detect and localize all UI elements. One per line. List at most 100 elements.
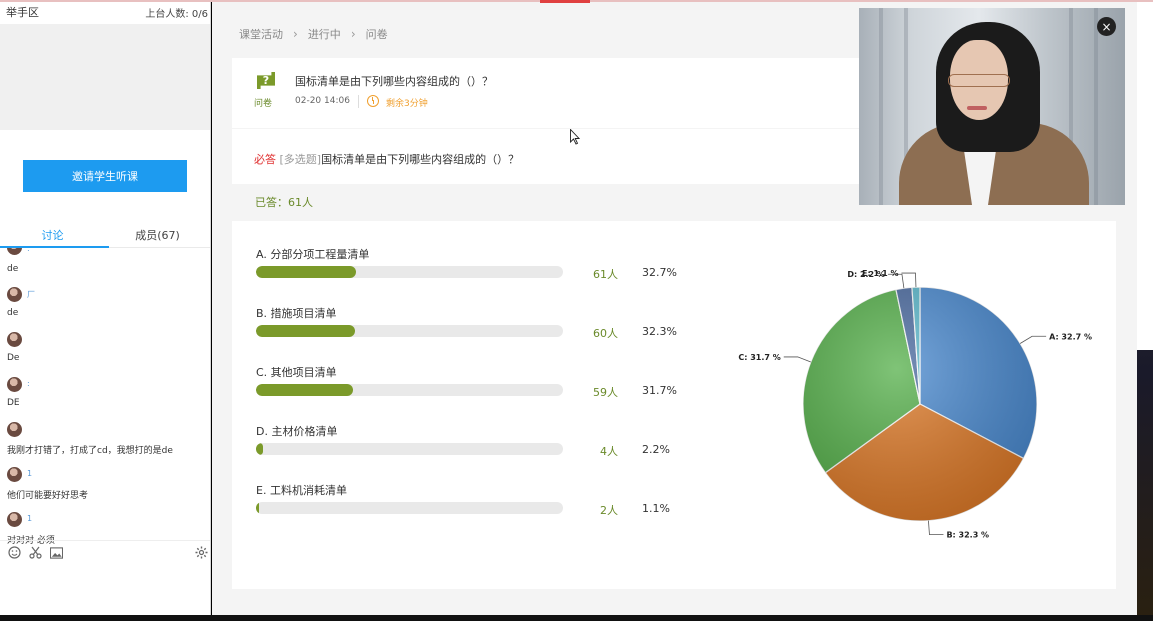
chat-message: : de bbox=[7, 248, 210, 283]
chat-input[interactable] bbox=[0, 564, 210, 614]
invite-section: 邀请学生听课 bbox=[0, 130, 210, 222]
message-text: De bbox=[7, 353, 20, 363]
avatar[interactable] bbox=[7, 248, 22, 255]
question-card: 必答 [多选题]国标清单是由下列哪些内容组成的（）？ bbox=[232, 129, 862, 184]
scissors-icon[interactable] bbox=[29, 546, 42, 559]
time-remaining: 剩余3分钟 bbox=[386, 99, 428, 109]
survey-question-icon: ? bbox=[257, 72, 275, 89]
option-progress-bar bbox=[256, 266, 563, 278]
message-text: de bbox=[7, 264, 19, 274]
emoji-icon[interactable] bbox=[8, 546, 21, 559]
option-progress-fill bbox=[256, 502, 260, 514]
chat-message: 厂 de bbox=[7, 283, 210, 328]
avatar[interactable] bbox=[7, 422, 22, 437]
option-row: E. 工料机消耗清单 2人 1.1% bbox=[256, 482, 696, 522]
pie-label-leader bbox=[783, 356, 811, 363]
option-progress-fill bbox=[256, 443, 263, 455]
option-percent: 32.3% bbox=[642, 325, 677, 338]
gear-icon[interactable] bbox=[195, 546, 208, 559]
option-count: 59人 bbox=[593, 386, 618, 399]
chat-tabs: 讨论 成员(67) bbox=[0, 222, 210, 248]
results-pie-chart: A: 32.7 %B: 32.3 %C: 31.7 %D: 2.2 %E: 1.… bbox=[738, 269, 1092, 540]
right-edge bbox=[1137, 0, 1153, 621]
option-percent: 32.7% bbox=[642, 266, 677, 279]
option-row: B. 措施项目清单 60人 32.3% bbox=[256, 305, 696, 345]
avatar[interactable] bbox=[7, 512, 22, 527]
avatar[interactable] bbox=[7, 287, 22, 302]
question-text: 必答 [多选题]国标清单是由下列哪些内容组成的（）？ bbox=[254, 151, 519, 167]
question-header-card: ? 国标清单是由下列哪些内容组成的（）？ 问卷 02-20 14:06 剩余3分… bbox=[232, 58, 862, 128]
close-video-icon[interactable]: × bbox=[1097, 17, 1116, 36]
sender-name: 1 bbox=[27, 514, 33, 523]
chat-message: : DE bbox=[7, 373, 210, 418]
answered-count: 已答：61人 bbox=[255, 196, 313, 209]
option-progress-bar bbox=[256, 443, 563, 455]
divider bbox=[358, 95, 359, 108]
stage-count: 上台人数: 0/6 bbox=[145, 8, 208, 20]
avatar[interactable] bbox=[7, 332, 22, 347]
sender-name: : bbox=[27, 379, 30, 388]
pie-data-label: E: 1.1 % bbox=[862, 269, 898, 278]
clock-icon bbox=[367, 95, 379, 107]
option-progress-bar bbox=[256, 502, 563, 514]
raise-hand-area bbox=[0, 24, 210, 130]
pie-data-label: C: 31.7 % bbox=[738, 353, 780, 362]
multi-choice-tag: [多选题] bbox=[279, 153, 322, 166]
option-percent: 31.7% bbox=[642, 384, 677, 397]
avatar[interactable] bbox=[7, 467, 22, 482]
option-progress-bar bbox=[256, 325, 563, 337]
invite-students-button[interactable]: 邀请学生听课 bbox=[23, 160, 187, 192]
chat-toolbar bbox=[0, 540, 210, 564]
tab-discussion[interactable]: 讨论 bbox=[0, 222, 105, 247]
option-progress-fill bbox=[256, 384, 354, 396]
sender-name: : bbox=[27, 248, 30, 253]
results-card: A. 分部分项工程量清单 61人 32.7% B. 措施项目清单 60人 32.… bbox=[232, 221, 1116, 589]
pie-data-label: B: 32.3 % bbox=[946, 531, 989, 540]
left-panel: 举手区 上台人数: 0/6 邀请学生听课 讨论 成员(67) : de 厂 de… bbox=[0, 0, 211, 621]
option-label: A. 分部分项工程量清单 bbox=[256, 248, 370, 261]
question-type: 问卷 bbox=[254, 99, 273, 109]
message-text: 我刚才打错了，打成了cd，我想打的是de bbox=[7, 446, 173, 456]
question-full-text: 国标清单是由下列哪些内容组成的（）？ bbox=[321, 153, 520, 166]
chat-message: 1 他们可能要好好思考 bbox=[7, 463, 210, 508]
message-text: DE bbox=[7, 398, 20, 408]
option-label: D. 主材价格清单 bbox=[256, 425, 338, 438]
option-count: 61人 bbox=[593, 268, 618, 281]
option-row: A. 分部分项工程量清单 61人 32.7% bbox=[256, 246, 696, 286]
chat-message: 我刚才打错了，打成了cd，我想打的是de bbox=[7, 418, 210, 463]
teacher-video[interactable] bbox=[859, 8, 1125, 205]
option-percent: 1.1% bbox=[642, 502, 670, 515]
breadcrumb-in-progress[interactable]: 进行中 bbox=[308, 26, 341, 42]
chevron-right-icon: › bbox=[350, 27, 356, 41]
option-count: 4人 bbox=[600, 445, 618, 458]
bottom-edge bbox=[0, 615, 1153, 621]
image-icon[interactable] bbox=[50, 546, 63, 559]
top-red-marker bbox=[540, 0, 590, 3]
message-text: 他们可能要好好思考 bbox=[7, 491, 89, 501]
option-percent: 2.2% bbox=[642, 443, 670, 456]
option-progress-fill bbox=[256, 266, 357, 278]
option-progress-fill bbox=[256, 325, 356, 337]
option-count: 60人 bbox=[593, 327, 618, 340]
message-text: de bbox=[7, 308, 19, 318]
raise-hand-title: 举手区 bbox=[6, 6, 39, 19]
option-row: D. 主材价格清单 4人 2.2% bbox=[256, 423, 696, 463]
pie-data-label: A: 32.7 % bbox=[1049, 332, 1092, 341]
breadcrumb: 课堂活动 › 进行中 › 问卷 bbox=[239, 26, 388, 42]
chevron-right-icon: › bbox=[293, 27, 298, 41]
avatar[interactable] bbox=[7, 377, 22, 392]
option-row: C. 其他项目清单 59人 31.7% bbox=[256, 364, 696, 404]
question-title: 国标清单是由下列哪些内容组成的（）？ bbox=[295, 75, 493, 88]
chat-message: De bbox=[7, 328, 210, 373]
breadcrumb-survey: 问卷 bbox=[365, 28, 388, 41]
tab-members[interactable]: 成员(67) bbox=[105, 222, 210, 247]
required-tag: 必答 bbox=[254, 153, 276, 166]
chat-list[interactable]: : de 厂 de De : DE 我刚才打错了，打成了cd，我想打的是de 1… bbox=[0, 248, 210, 553]
sender-name: 1 bbox=[27, 469, 33, 478]
option-label: C. 其他项目清单 bbox=[256, 366, 337, 379]
pie-label-leader bbox=[928, 520, 944, 536]
breadcrumb-activities[interactable]: 课堂活动 bbox=[239, 26, 283, 42]
pie-label-leader bbox=[1019, 335, 1047, 344]
option-label: E. 工料机消耗清单 bbox=[256, 484, 347, 497]
option-progress-bar bbox=[256, 384, 563, 396]
